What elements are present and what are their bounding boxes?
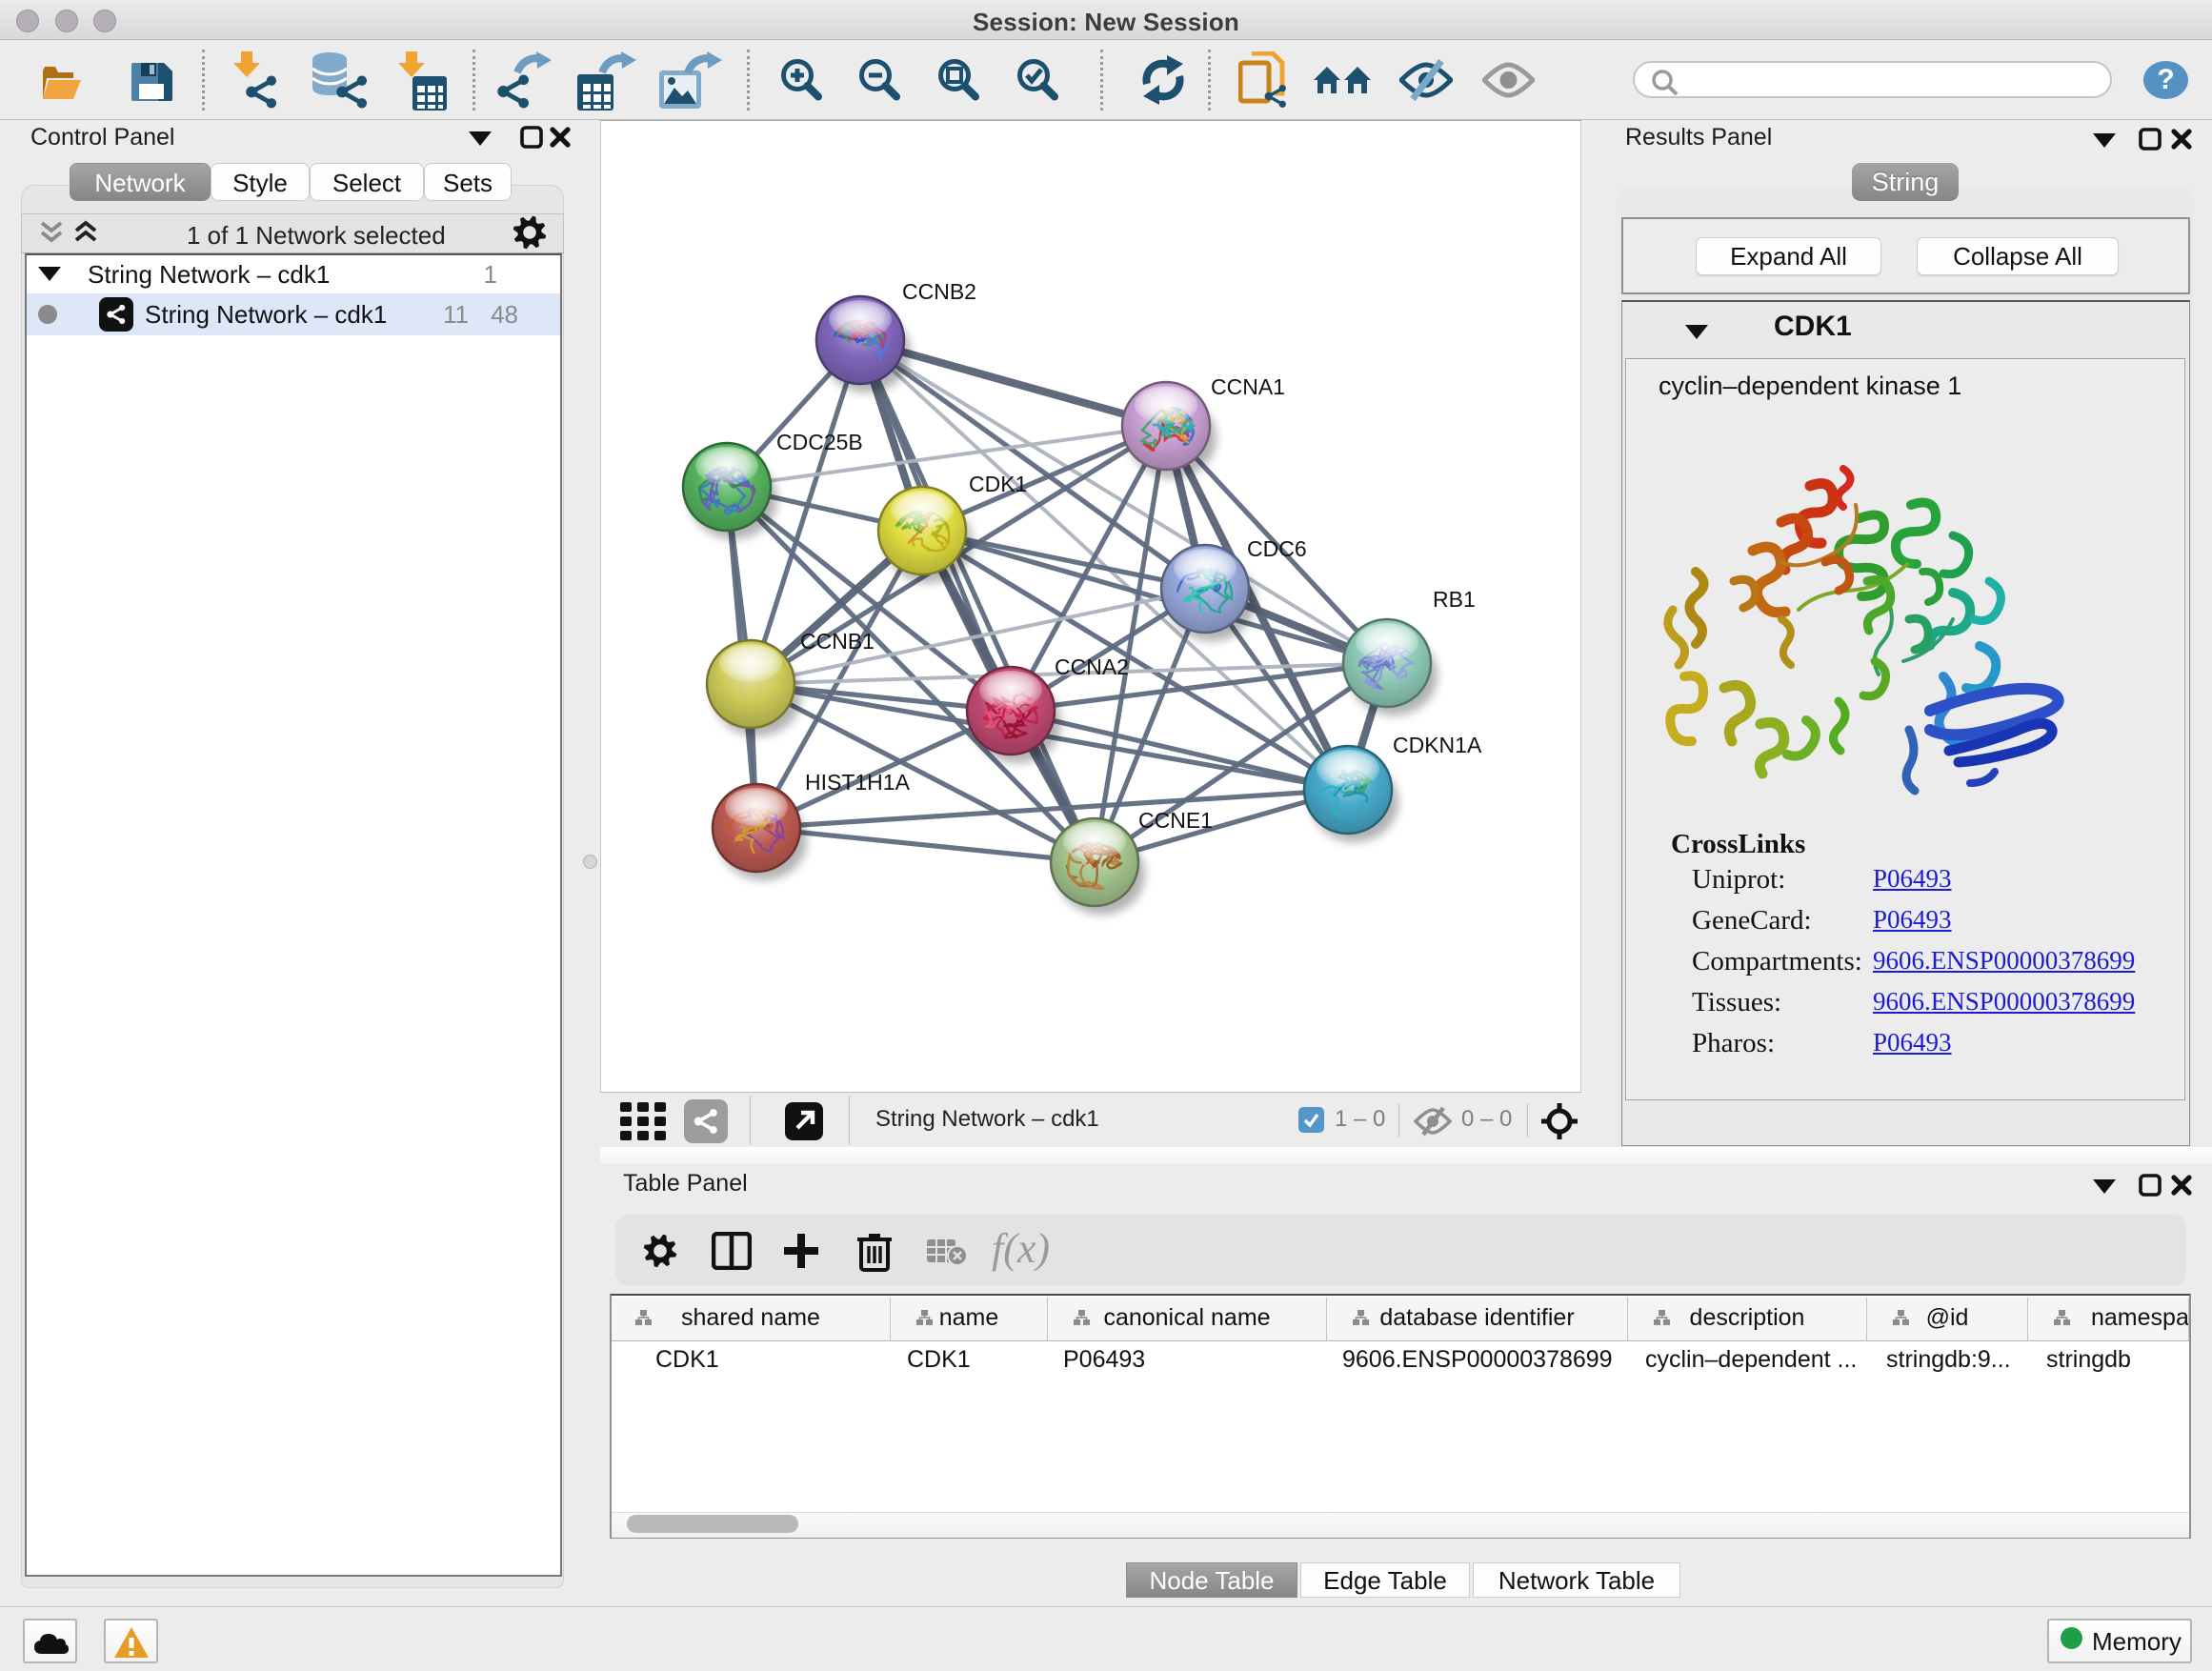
svg-text:CCNA1: CCNA1	[1211, 374, 1285, 399]
svg-text:CDKN1A: CDKN1A	[1393, 733, 1482, 757]
svg-text:HIST1H1A: HIST1H1A	[805, 770, 911, 795]
svg-text:CDC25B: CDC25B	[776, 430, 863, 454]
svg-text:RB1: RB1	[1433, 587, 1476, 612]
svg-text:CCNB2: CCNB2	[902, 279, 976, 304]
svg-text:CCNB1: CCNB1	[800, 629, 875, 654]
svg-text:CCNE1: CCNE1	[1138, 808, 1213, 833]
svg-text:CDK1: CDK1	[969, 472, 1027, 496]
svg-text:CDC6: CDC6	[1247, 536, 1307, 561]
svg-text:CCNA2: CCNA2	[1055, 654, 1129, 679]
